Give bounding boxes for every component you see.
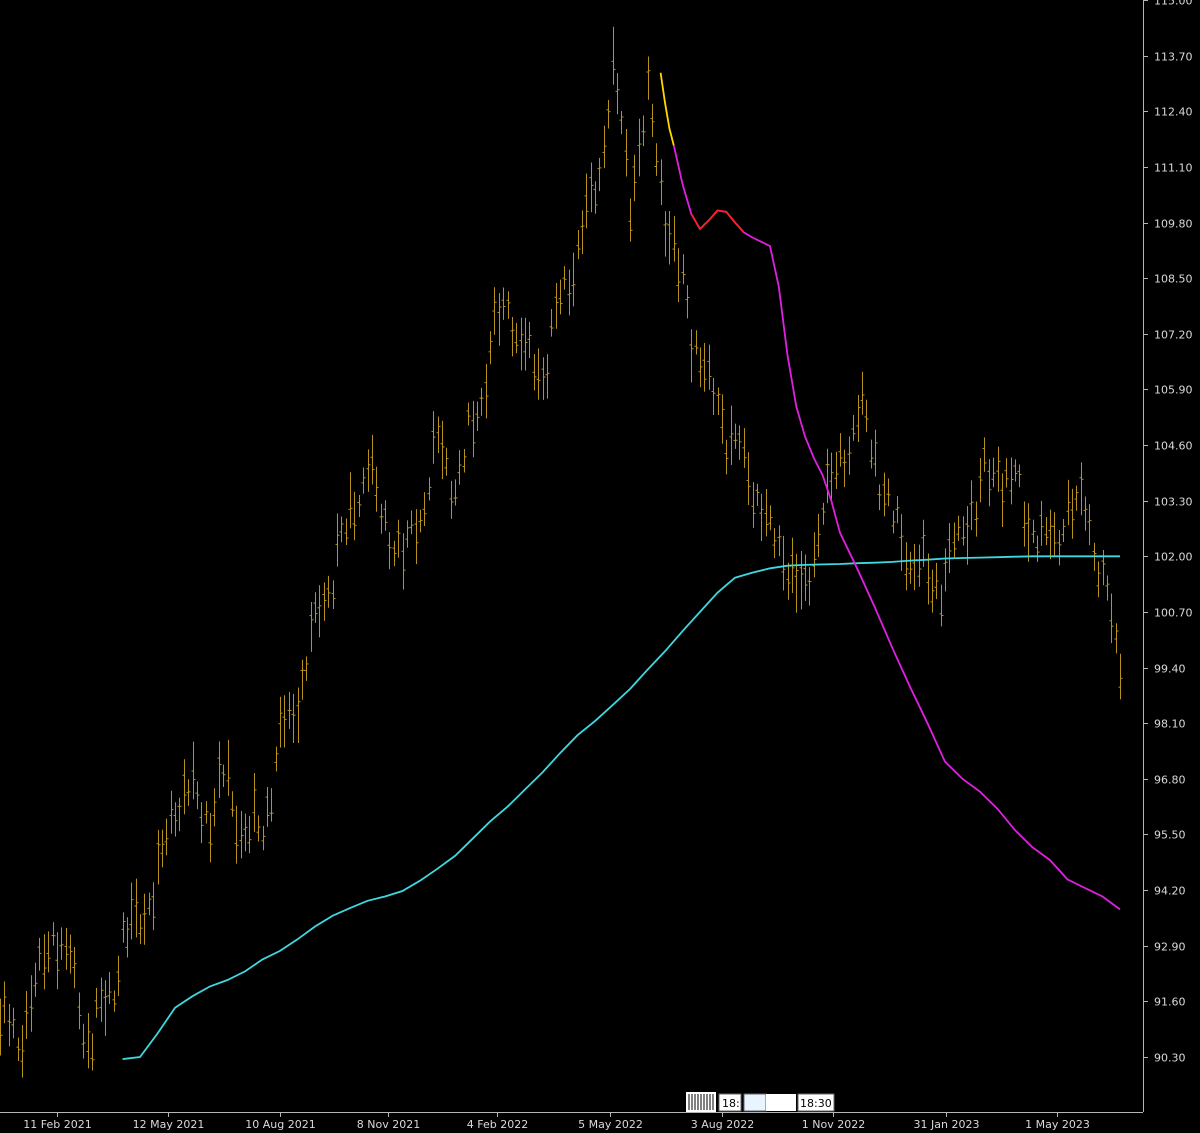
y-tick-label: 92.90	[1154, 941, 1186, 954]
y-tick-label: 95.50	[1154, 829, 1186, 842]
y-tick-label: 112.40	[1154, 106, 1193, 119]
y-tick-label: 104.60	[1154, 440, 1193, 453]
time-scrollbar[interactable]: 18: 1 18:30	[686, 1092, 835, 1112]
y-tick-label: 113.70	[1154, 51, 1193, 64]
x-tick-label: 11 Feb 2021	[23, 1118, 91, 1131]
y-tick-label: 99.40	[1154, 663, 1186, 676]
y-tick-label: 91.60	[1154, 996, 1186, 1009]
time-marker-label-1: 18:	[722, 1097, 740, 1110]
scrollbar-hatch-2	[766, 1094, 796, 1111]
x-tick-label: 8 Nov 2021	[357, 1118, 420, 1131]
y-tick-label: 108.50	[1154, 273, 1193, 286]
time-marker-box-2[interactable]	[743, 1093, 767, 1112]
x-tick-label: 4 Feb 2022	[467, 1118, 528, 1131]
y-tick-label: 100.70	[1154, 607, 1193, 620]
y-tick-label: 107.20	[1154, 329, 1193, 342]
x-tick-label: 5 May 2022	[578, 1118, 643, 1131]
x-tick-label: 12 May 2021	[133, 1118, 205, 1131]
y-tick-label: 94.20	[1154, 885, 1186, 898]
y-tick-label: 109.80	[1154, 218, 1193, 231]
y-tick-label: 98.10	[1154, 718, 1186, 731]
y-tick-label: 90.30	[1154, 1052, 1186, 1065]
y-tick-label: 115.00	[1154, 0, 1193, 8]
x-tick-label: 1 May 2023	[1025, 1118, 1090, 1131]
time-marker-label-3: 18:30	[800, 1097, 832, 1110]
x-tick-label: 31 Jan 2023	[914, 1118, 980, 1131]
x-tick-label: 1 Nov 2022	[802, 1118, 865, 1131]
price-chart[interactable]: 115.00 113.70 112.40 111.10 109.80 108.50 107.…	[0, 0, 1200, 1133]
x-tick-label: 3 Aug 2022	[691, 1118, 754, 1131]
y-tick-label: 96.80	[1154, 774, 1186, 787]
y-tick-label: 105.90	[1154, 384, 1193, 397]
y-tick-label: 102.00	[1154, 551, 1193, 564]
y-tick-label: 111.10	[1154, 162, 1193, 175]
x-tick-label: 10 Aug 2021	[245, 1118, 315, 1131]
y-tick-label: 103.30	[1154, 496, 1193, 509]
